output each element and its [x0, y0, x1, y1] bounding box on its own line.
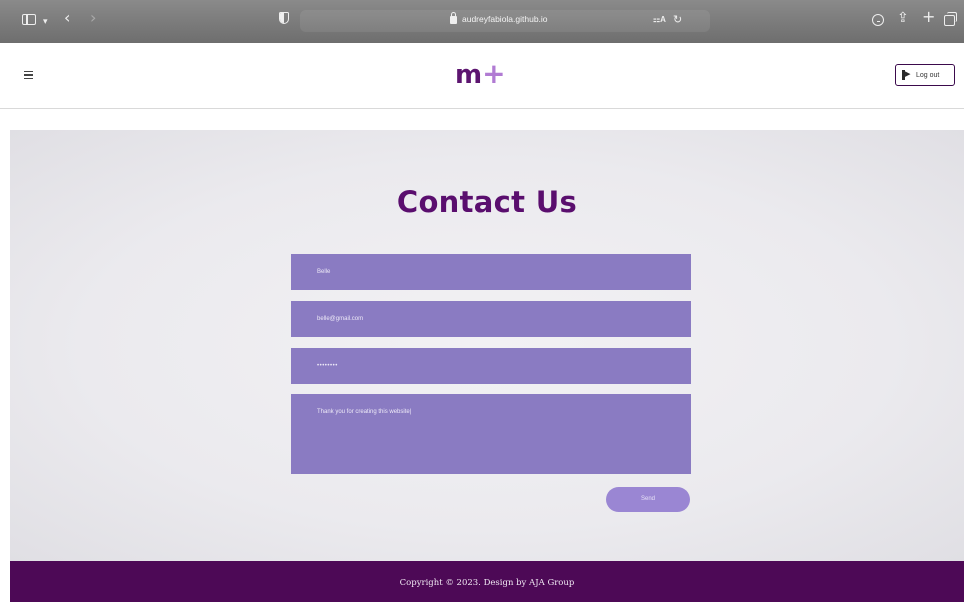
- new-tab-icon[interactable]: +: [922, 9, 935, 25]
- forward-arrow-icon[interactable]: ›: [90, 10, 96, 26]
- site-logo[interactable]: m+: [455, 57, 506, 90]
- privacy-shield-icon[interactable]: [279, 12, 289, 24]
- chevron-down-icon[interactable]: ▾: [43, 14, 48, 30]
- footer-copyright: Copyright © 2023. Design by AJA Group: [399, 578, 575, 588]
- logo-plus: +: [482, 57, 505, 90]
- name-field[interactable]: Belle: [291, 254, 691, 290]
- back-arrow-icon[interactable]: ‹: [64, 10, 70, 26]
- tab-overview-icon[interactable]: [944, 12, 957, 26]
- site-header: m+ Log out: [0, 43, 964, 109]
- logout-icon: [902, 67, 911, 80]
- message-textarea[interactable]: Thank you for creating this website|: [291, 394, 691, 474]
- hamburger-menu-icon[interactable]: [24, 71, 33, 79]
- browser-toolbar: ▾ ‹ › audreyfabiola.github.io ⚏A ↻ ⇪ +: [0, 0, 964, 43]
- footer: Copyright © 2023. Design by AJA Group: [10, 561, 964, 602]
- email-field[interactable]: belle@gmail.com: [291, 301, 691, 337]
- share-icon[interactable]: ⇪: [897, 10, 909, 26]
- address-bar[interactable]: audreyfabiola.github.io ⚏A ↻: [300, 10, 710, 32]
- download-icon[interactable]: [872, 14, 884, 26]
- sidebar-toggle-icon[interactable]: [22, 14, 36, 25]
- logo-letter: m: [455, 60, 482, 90]
- page-title: Contact Us: [396, 185, 578, 219]
- password-field[interactable]: ••••••••: [291, 348, 691, 384]
- logout-label: Log out: [916, 71, 940, 79]
- logout-button[interactable]: Log out: [895, 64, 955, 86]
- url-text: audreyfabiola.github.io: [462, 14, 548, 24]
- lock-icon: [450, 12, 457, 24]
- translate-icon[interactable]: ⚏A: [653, 15, 666, 24]
- contact-section: Contact Us Belle belle@gmail.com •••••••…: [10, 130, 964, 561]
- reload-icon[interactable]: ↻: [673, 13, 682, 26]
- send-button[interactable]: Send: [606, 487, 690, 512]
